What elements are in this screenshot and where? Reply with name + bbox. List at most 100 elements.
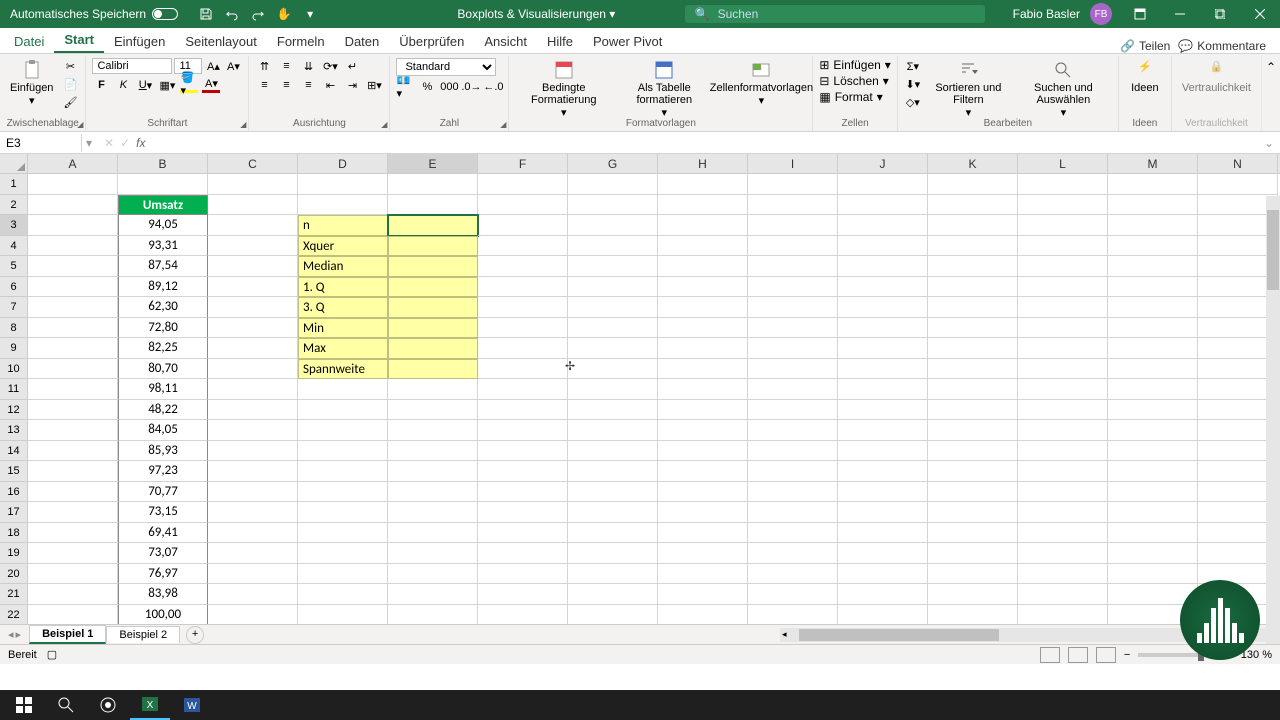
cell[interactable] (568, 359, 658, 380)
cell[interactable] (1198, 174, 1278, 195)
cell[interactable] (748, 400, 838, 421)
border-icon[interactable]: ▦▾ (158, 77, 176, 93)
cell[interactable] (658, 482, 748, 503)
cell[interactable] (748, 215, 838, 236)
cell[interactable] (388, 543, 478, 564)
cell[interactable]: 89,12 (118, 277, 208, 298)
search-box[interactable]: 🔍 Suchen (685, 5, 985, 23)
cell[interactable] (298, 543, 388, 564)
cell[interactable] (28, 523, 118, 544)
cell[interactable] (658, 359, 748, 380)
cell[interactable] (838, 174, 928, 195)
cell[interactable] (298, 195, 388, 216)
column-header[interactable]: H (658, 154, 748, 173)
wrap-text-icon[interactable]: ↵ (343, 58, 361, 74)
cell[interactable] (748, 318, 838, 339)
tab-data[interactable]: Daten (335, 30, 390, 53)
sheet-nav-prev-icon[interactable]: ◂ (8, 628, 14, 641)
cell[interactable] (478, 236, 568, 257)
cell[interactable] (928, 277, 1018, 298)
cell[interactable] (568, 256, 658, 277)
cell[interactable] (478, 543, 568, 564)
cell[interactable] (388, 400, 478, 421)
tab-insert[interactable]: Einfügen (104, 30, 175, 53)
cell[interactable] (298, 523, 388, 544)
cell[interactable] (208, 420, 298, 441)
cell[interactable] (388, 441, 478, 462)
vertical-scrollbar[interactable] (1266, 196, 1280, 644)
insert-cells-button[interactable]: ⊞Einfügen ▾ (819, 58, 890, 72)
cell[interactable] (478, 482, 568, 503)
cell[interactable] (658, 256, 748, 277)
cell[interactable] (1108, 174, 1198, 195)
delete-cells-button[interactable]: ⊟Löschen ▾ (819, 74, 888, 88)
orientation-icon[interactable]: ⟳▾ (321, 58, 339, 74)
row-header[interactable]: 2 (0, 195, 28, 216)
tab-help[interactable]: Hilfe (537, 30, 583, 53)
start-button[interactable] (4, 690, 44, 720)
row-header[interactable]: 17 (0, 502, 28, 523)
cell[interactable] (1018, 502, 1108, 523)
format-table-button[interactable]: Als Tabelle formatieren ▾ (616, 58, 712, 121)
cell[interactable] (568, 236, 658, 257)
row-header[interactable]: 20 (0, 564, 28, 585)
cell[interactable] (1108, 236, 1198, 257)
spreadsheet-grid[interactable]: ABCDEFGHIJKLMN 12Umsatz394,05n493,31Xque… (0, 154, 1280, 624)
row-header[interactable]: 4 (0, 236, 28, 257)
cell[interactable] (1018, 297, 1108, 318)
cell[interactable] (1018, 359, 1108, 380)
cell[interactable] (928, 256, 1018, 277)
select-all-corner[interactable] (0, 154, 28, 173)
cell[interactable] (478, 420, 568, 441)
increase-decimal-icon[interactable]: .0→ (462, 79, 480, 95)
macro-record-icon[interactable]: ▢ (47, 648, 57, 661)
cell[interactable] (388, 215, 478, 236)
user-account[interactable]: Fabio Basler FB (1005, 3, 1120, 25)
cell[interactable] (388, 461, 478, 482)
cell[interactable] (568, 277, 658, 298)
autosum-icon[interactable]: Σ▾ (904, 58, 922, 74)
undo-icon[interactable] (224, 6, 240, 22)
cell[interactable] (1018, 256, 1108, 277)
row-header[interactable]: 10 (0, 359, 28, 380)
cell[interactable] (838, 564, 928, 585)
dialog-launcher-icon[interactable]: ◢ (77, 120, 83, 129)
cell[interactable]: Spannweite (298, 359, 388, 380)
cell[interactable]: Xquer (298, 236, 388, 257)
cell[interactable] (928, 420, 1018, 441)
cell[interactable] (1018, 400, 1108, 421)
cell[interactable] (838, 195, 928, 216)
cell[interactable]: 3. Q (298, 297, 388, 318)
redo-icon[interactable] (250, 6, 266, 22)
fill-color-icon[interactable]: 🪣▾ (180, 77, 198, 93)
conditional-format-button[interactable]: Bedingte Formatierung ▾ (515, 58, 612, 121)
cell[interactable] (658, 236, 748, 257)
cell[interactable] (208, 277, 298, 298)
bold-button[interactable]: F (92, 77, 110, 93)
save-icon[interactable] (198, 6, 214, 22)
cell[interactable] (568, 174, 658, 195)
cell[interactable]: Min (298, 318, 388, 339)
cell[interactable] (1018, 441, 1108, 462)
cell[interactable] (1108, 502, 1198, 523)
cell[interactable] (748, 564, 838, 585)
cell[interactable] (1108, 277, 1198, 298)
cell[interactable] (388, 277, 478, 298)
view-normal-icon[interactable] (1040, 647, 1060, 663)
align-bottom-icon[interactable]: ⇊ (299, 58, 317, 74)
cell[interactable] (658, 441, 748, 462)
cell[interactable] (1018, 215, 1108, 236)
row-header[interactable]: 22 (0, 605, 28, 625)
taskview-icon[interactable] (88, 690, 128, 720)
column-header[interactable]: A (28, 154, 118, 173)
ideas-button[interactable]: ⚡Ideen (1125, 58, 1165, 96)
cell[interactable] (478, 359, 568, 380)
cell[interactable] (748, 379, 838, 400)
cell[interactable] (1108, 523, 1198, 544)
cell[interactable] (838, 400, 928, 421)
cell[interactable] (1108, 441, 1198, 462)
cell[interactable] (658, 564, 748, 585)
cell[interactable] (838, 420, 928, 441)
tab-pagelayout[interactable]: Seitenlayout (175, 30, 267, 53)
column-header[interactable]: B (118, 154, 208, 173)
